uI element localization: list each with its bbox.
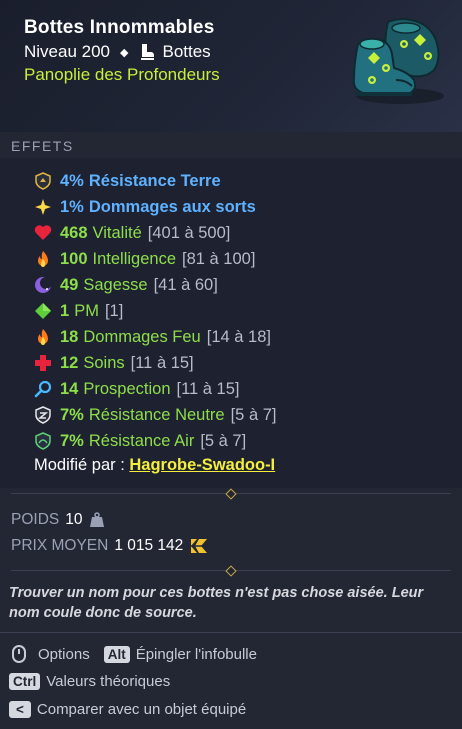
effect-value: 100	[60, 249, 88, 268]
pin-tooltip-label: Épingler l'infobulle	[135, 645, 257, 663]
modified-by-label: Modifié par :	[34, 456, 125, 474]
item-tooltip: Bottes Innommables Niveau 200 ◆ Bottes P…	[0, 0, 462, 729]
controls-divider	[0, 632, 462, 633]
effect-name: Résistance Air	[88, 431, 195, 450]
effect-value: 1	[60, 301, 70, 320]
prospecting-magnifier-icon	[34, 380, 52, 398]
spell-damage-icon	[34, 198, 52, 216]
effects-section-label: EFFETS	[11, 138, 74, 154]
effect-name: Intelligence	[92, 249, 177, 268]
effect-name: Vitalité	[92, 223, 142, 242]
compare-equipped-label: Comparer avec un objet équipé	[36, 701, 247, 718]
earth-resistance-icon	[34, 172, 52, 190]
effect-range: [81 à 100]	[182, 249, 256, 268]
price-label: PRIX MOYEN	[11, 537, 109, 554]
fire-damage-icon	[34, 328, 52, 346]
effect-row: 100 Intelligence [81 à 100]	[34, 248, 255, 270]
effect-row: 1% Dommages aux sorts	[34, 196, 256, 218]
effect-value: 7%	[60, 431, 84, 450]
theoretical-values-label: Valeurs théoriques	[46, 673, 171, 690]
control-options: Options Alt Épingler l'infobulle	[9, 645, 257, 663]
item-name: Bottes Innommables	[24, 17, 215, 38]
effect-range: [5 à 7]	[230, 405, 277, 424]
modified-by-line: Modifié par : Hagrobe-Swadoo-I	[34, 456, 275, 475]
modifier-name-link[interactable]: Hagrobe-Swadoo-I	[129, 456, 275, 474]
effect-value: 1%	[60, 197, 84, 216]
ctrl-key: Ctrl	[9, 673, 41, 690]
effect-range: [11 à 15]	[176, 379, 240, 398]
effect-row: 18 Dommages Feu [14 à 18]	[34, 326, 271, 348]
effect-row: 1 PM [1]	[34, 300, 123, 322]
effect-range: [401 à 500]	[147, 223, 231, 242]
item-level: Niveau 200	[24, 42, 111, 61]
less-than-key: <	[9, 701, 31, 718]
effect-range: [41 à 60]	[153, 275, 218, 294]
effect-value: 18	[60, 327, 79, 346]
effect-range: [5 à 7]	[200, 431, 247, 450]
effect-name: Résistance Neutre	[88, 405, 225, 424]
boots-icon	[352, 18, 444, 104]
divider-diamond-top	[11, 488, 451, 500]
neutral-resistance-icon	[34, 406, 52, 424]
price-value: 1 015 142	[114, 537, 184, 554]
price-row: PRIX MOYEN 1 015 142	[11, 537, 209, 555]
effect-range: [1]	[104, 301, 124, 320]
effect-row: 7% Résistance Air [5 à 7]	[34, 430, 246, 452]
control-compare: < Comparer avec un objet équipé	[9, 701, 246, 718]
air-resistance-icon	[34, 432, 52, 450]
effect-name: Soins	[83, 353, 125, 372]
effect-row: 12 Soins [11 à 15]	[34, 352, 194, 374]
separator-diamond-icon: ◆	[120, 46, 129, 59]
boot-type-icon	[141, 44, 155, 60]
pm-diamond-icon	[34, 302, 52, 320]
weight-label: POIDS	[11, 511, 60, 528]
weight-value: 10	[65, 511, 83, 528]
alt-key: Alt	[103, 645, 130, 663]
intelligence-fire-icon	[34, 250, 52, 268]
divider-diamond-bottom	[11, 565, 451, 577]
vitality-heart-icon	[34, 224, 52, 242]
wisdom-moon-icon	[34, 276, 52, 294]
item-description: Trouver un nom pour ces bottes n'est pas…	[9, 585, 424, 621]
effect-value: 7%	[60, 405, 84, 424]
item-level-line: Niveau 200 ◆ Bottes	[24, 42, 211, 62]
effect-name: Prospection	[83, 379, 171, 398]
effect-row: 49 Sagesse [41 à 60]	[34, 274, 218, 296]
item-set-link[interactable]: Panoplie des Profondeurs	[24, 65, 220, 85]
effect-name: Sagesse	[83, 275, 148, 294]
options-label: Options	[38, 645, 90, 663]
effect-range: [14 à 18]	[206, 327, 271, 346]
effect-value: 4%	[60, 171, 84, 190]
tooltip-header: Bottes Innommables Niveau 200 ◆ Bottes P…	[0, 0, 462, 132]
control-theoretical: Ctrl Valeurs théoriques	[9, 673, 170, 690]
effect-row: 468 Vitalité [401 à 500]	[34, 222, 230, 244]
kamas-icon	[190, 539, 209, 553]
effect-name: Résistance Terre	[88, 171, 221, 190]
effect-name: Dommages aux sorts	[88, 197, 256, 216]
effect-range: [11 à 15]	[130, 353, 194, 372]
effect-row: 4% Résistance Terre	[34, 170, 221, 192]
effect-value: 49	[60, 275, 79, 294]
effect-row: 14 Prospection [11 à 15]	[34, 378, 240, 400]
item-type: Bottes	[162, 42, 211, 61]
weight-icon	[90, 512, 105, 527]
effect-value: 12	[60, 353, 79, 372]
effect-value: 468	[60, 223, 88, 242]
effect-row: 7% Résistance Neutre [5 à 7]	[34, 404, 276, 426]
heals-cross-icon	[34, 354, 52, 372]
mouse-icon	[12, 645, 26, 663]
effect-name: PM	[74, 301, 99, 320]
effect-name: Dommages Feu	[83, 327, 201, 346]
weight-row: POIDS 10	[11, 511, 106, 529]
effect-value: 14	[60, 379, 79, 398]
